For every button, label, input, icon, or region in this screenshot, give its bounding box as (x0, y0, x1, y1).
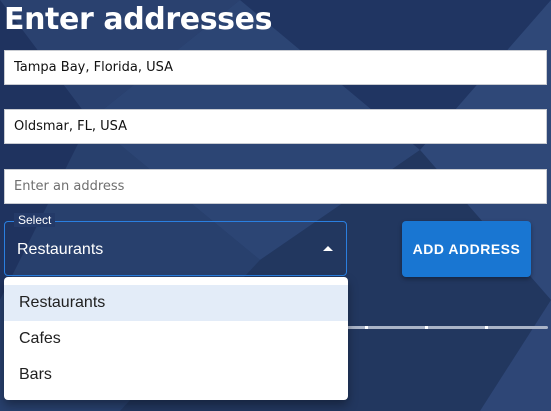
address-input-2[interactable] (4, 109, 547, 144)
select-value: Restaurants (17, 241, 104, 258)
slider-tick (365, 326, 368, 329)
page-title: Enter addresses (4, 2, 273, 37)
category-select[interactable]: Select Restaurants (4, 213, 347, 276)
category-dropdown-menu: Restaurants Cafes Bars (4, 277, 348, 400)
caret-up-icon[interactable] (323, 246, 333, 251)
select-label: Select (14, 213, 56, 227)
slider-tick (485, 326, 488, 329)
option-cafes[interactable]: Cafes (4, 321, 348, 357)
address-input-1[interactable] (4, 50, 547, 85)
slider-tick (425, 326, 428, 329)
option-restaurants[interactable]: Restaurants (4, 285, 348, 321)
option-bars[interactable]: Bars (4, 357, 348, 393)
address-input-3[interactable] (4, 169, 547, 204)
add-address-button[interactable]: ADD ADDRESS (402, 221, 531, 277)
